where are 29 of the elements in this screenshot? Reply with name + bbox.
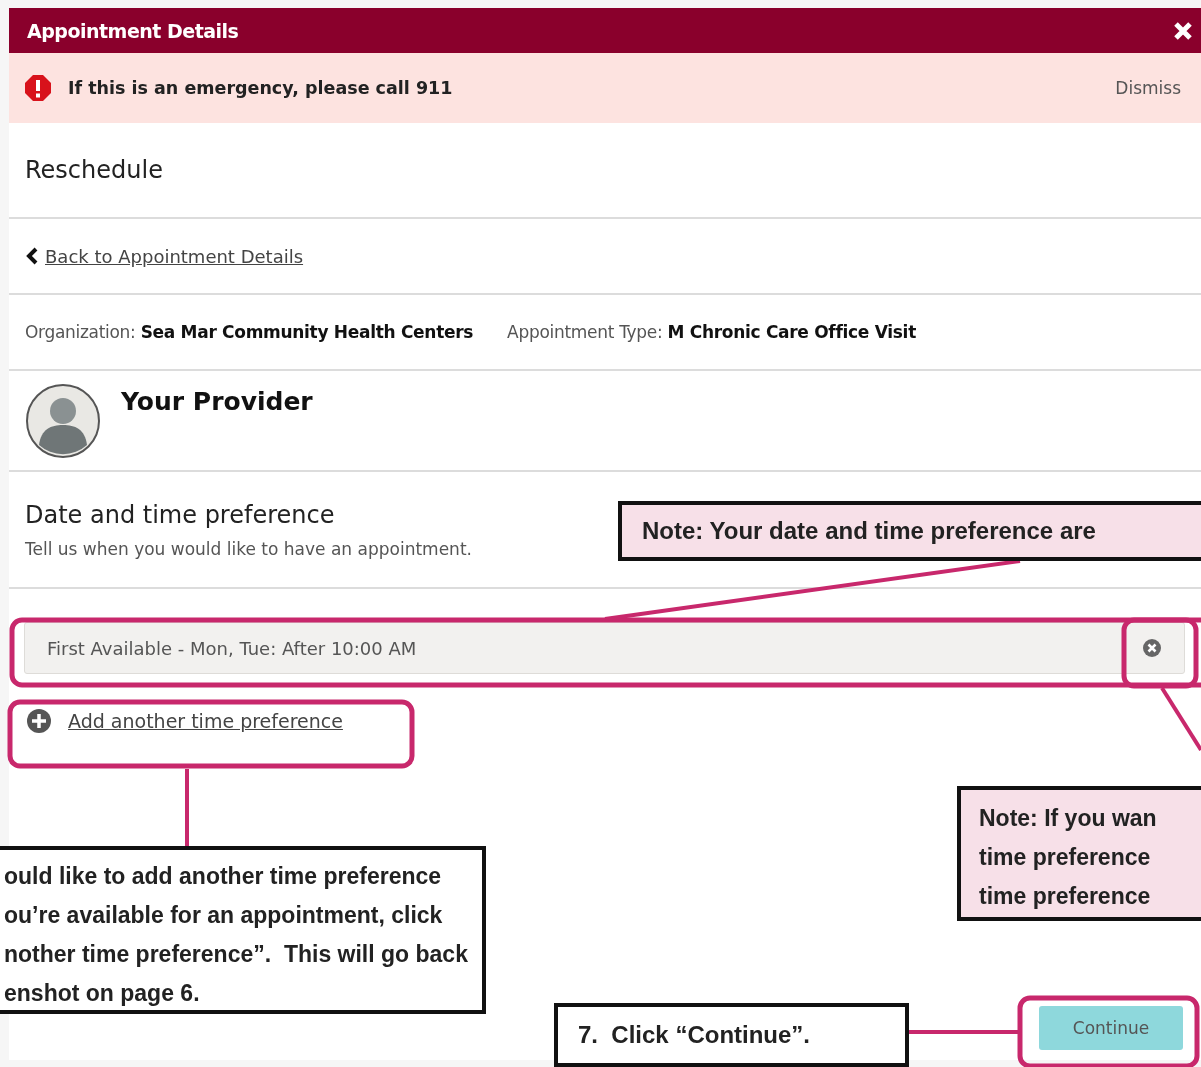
alert-message: If this is an emergency, please call 911 xyxy=(68,78,454,98)
annotation-text: ou’re available for an appointment, click xyxy=(4,901,444,930)
clear-icon[interactable] xyxy=(1142,638,1162,658)
close-icon[interactable] xyxy=(1173,20,1193,41)
plus-icon[interactable] xyxy=(26,708,52,734)
annotation-text: Note: If you wan xyxy=(979,804,1158,833)
detail-text: Organization: Sea Mar Community Health Centers xyxy=(25,322,474,342)
provider-title: Your Provider xyxy=(121,387,313,416)
annotation-text: time preference xyxy=(979,882,1152,911)
add-preference-link[interactable]: Add another time preference xyxy=(68,710,343,732)
window-title: Appointment Details xyxy=(27,19,239,42)
back-link[interactable]: Back to Appointment Details xyxy=(45,245,304,267)
dismiss-link[interactable]: Dismiss xyxy=(1115,78,1181,98)
page-heading: Reschedule xyxy=(25,156,163,184)
leader-line xyxy=(1160,686,1201,752)
annotation-text: enshot on page 6. xyxy=(4,979,201,1008)
chevron-left-icon xyxy=(25,247,39,265)
annotation-text: nother time preference”. This will go back xyxy=(4,940,468,969)
section-title: Date and time preference xyxy=(25,500,335,529)
section-subtitle: Tell us when you would like to have an appointment. xyxy=(25,538,472,559)
annotation-text: 7. Click “Continue”. xyxy=(578,1021,812,1049)
annotation-text: Note: Your date and time preference are xyxy=(642,517,1097,545)
annotation-text: time preference xyxy=(979,843,1152,872)
alert-icon xyxy=(24,74,52,102)
preference-field[interactable]: First Available - Mon, Tue: After 10:00 AM xyxy=(24,622,1185,674)
detail-text: Appointment Type: M Chronic Care Office Visit xyxy=(507,322,916,342)
avatar-icon xyxy=(25,383,101,459)
continue-button[interactable]: Continue xyxy=(1039,1006,1183,1050)
annotation-text: ould like to add another time preference xyxy=(4,862,443,891)
